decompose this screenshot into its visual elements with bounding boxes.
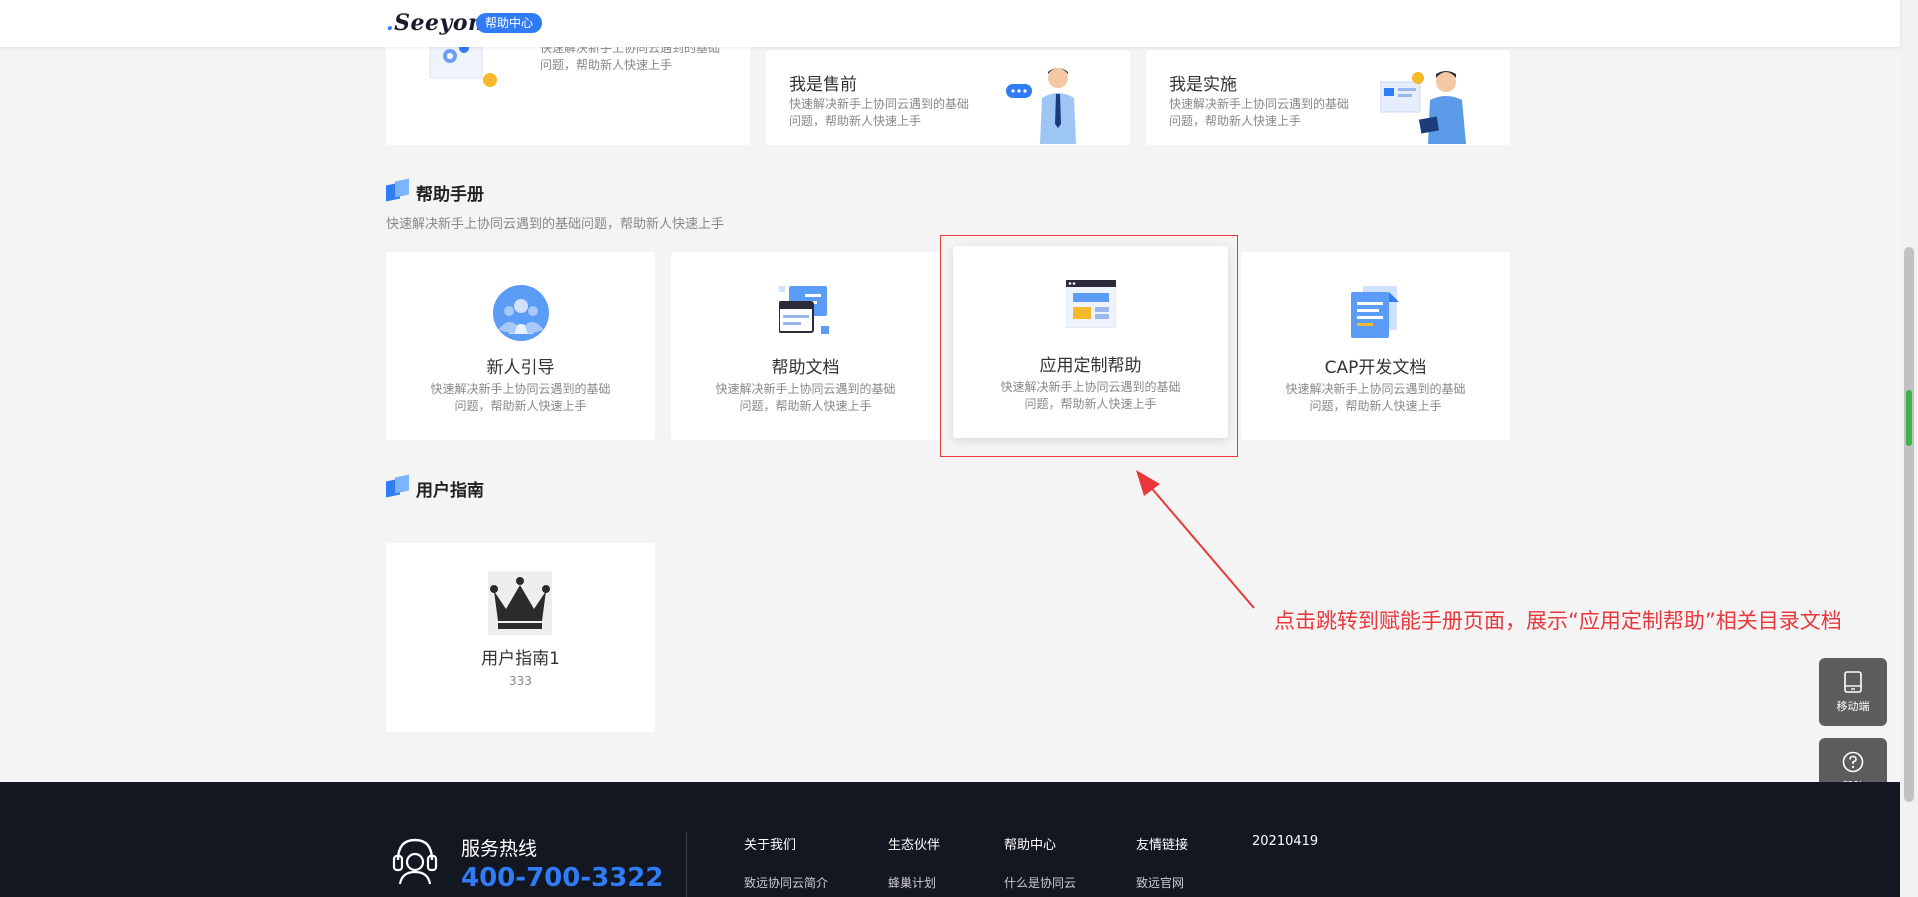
role-title: 我是售前 bbox=[789, 75, 857, 95]
manual-card-help-docs[interactable]: 帮助文档 快速解决新手上协同云遇到的基础问题，帮助新人快速上手 bbox=[671, 252, 940, 440]
top-header: .SeeyonTM 帮助中心 bbox=[0, 0, 1900, 47]
manual-section-subtitle: 快速解决新手上协同云遇到的基础问题，帮助新人快速上手 bbox=[386, 217, 725, 232]
scrollbar-thumb[interactable] bbox=[1904, 247, 1914, 802]
guide-card-1[interactable]: 用户指南1 333 bbox=[386, 543, 655, 732]
manual-section-icon bbox=[386, 178, 410, 202]
footer-link-what-is[interactable]: 什么是协同云 bbox=[1004, 874, 1076, 891]
role-desc: 快速解决新手上协同云遇到的基础问题，帮助新人快速上手 bbox=[789, 97, 970, 128]
annotation-arrow-icon bbox=[1136, 470, 1255, 609]
implementation-person-illustration-icon bbox=[1380, 71, 1466, 144]
card-title: 帮助文档 bbox=[771, 358, 840, 378]
role-card-presales[interactable]: 我是售前 快速解决新手上协同云遇到的基础问题，帮助新人快速上手 bbox=[766, 50, 1130, 145]
scrollbar-marker bbox=[1906, 390, 1912, 446]
hotline-number[interactable]: 400-700-3322 bbox=[461, 863, 664, 893]
role-desc: 快速解决新手上协同云遇到的基础问题，帮助新人快速上手 bbox=[1169, 97, 1350, 128]
guide-section-title: 用户指南 bbox=[416, 481, 484, 501]
card-title: CAP开发文档 bbox=[1324, 358, 1427, 378]
footer-heading-links[interactable]: 友情链接 bbox=[1136, 834, 1188, 853]
footer-divider bbox=[686, 832, 687, 897]
manual-card-newcomer-guide[interactable]: 新人引导 快速解决新手上协同云遇到的基础问题，帮助新人快速上手 bbox=[386, 252, 655, 440]
help-center-badge[interactable]: 帮助中心 bbox=[476, 13, 543, 33]
card-title: 用户指南1 bbox=[481, 649, 560, 669]
mobile-float-button[interactable]: 移动端 bbox=[1819, 658, 1887, 726]
mobile-float-label: 移动端 bbox=[1836, 700, 1870, 713]
card-desc: 快速解决新手上协同云遇到的基础问题，帮助新人快速上手 bbox=[430, 382, 611, 413]
site-footer: 服务热线 400-700-3322 关于我们 致远协同云简介 生态伙伴 蜂巢计划… bbox=[0, 782, 1900, 897]
footer-heading-help[interactable]: 帮助中心 bbox=[1004, 834, 1056, 853]
guide-section-icon bbox=[386, 474, 410, 498]
footer-heading-partners[interactable]: 生态伙伴 bbox=[888, 834, 940, 853]
help-docs-icon bbox=[779, 286, 829, 334]
manual-card-cap-dev-docs[interactable]: CAP开发文档 快速解决新手上协同云遇到的基础问题，帮助新人快速上手 bbox=[1241, 252, 1510, 440]
card-desc: 快速解决新手上协同云遇到的基础问题，帮助新人快速上手 bbox=[715, 382, 896, 413]
annotation-highlight-box bbox=[940, 235, 1238, 457]
footer-version: 20210419 bbox=[1252, 834, 1319, 849]
presales-person-illustration-icon bbox=[1006, 68, 1076, 144]
role-card-implementation[interactable]: 我是实施 快速解决新手上协同云遇到的基础问题，帮助新人快速上手 bbox=[1146, 50, 1510, 145]
card-title: 新人引导 bbox=[486, 358, 555, 378]
role-title: 我是实施 bbox=[1169, 75, 1237, 95]
page-scrollbar[interactable] bbox=[1900, 0, 1918, 897]
card-desc: 快速解决新手上协同云遇到的基础问题，帮助新人快速上手 bbox=[1285, 382, 1466, 413]
footer-link-official[interactable]: 致远官网 bbox=[1136, 874, 1184, 891]
users-group-icon bbox=[493, 285, 549, 341]
role-card-1[interactable]: 快速解决新手上协同云遇到的基础问题，帮助新人快速上手 bbox=[386, 38, 750, 145]
footer-heading-about[interactable]: 关于我们 bbox=[744, 834, 796, 853]
manual-section-title: 帮助手册 bbox=[416, 185, 484, 205]
footer-link-intro[interactable]: 致远协同云简介 bbox=[744, 874, 828, 891]
card-desc: 333 bbox=[509, 674, 532, 688]
footer-link-hive[interactable]: 蜂巢计划 bbox=[888, 874, 936, 891]
annotation-text: 点击跳转到赋能手册页面，展示“应用定制帮助”相关目录文档 bbox=[1274, 609, 1842, 633]
question-circle-icon bbox=[1842, 751, 1864, 773]
headset-icon bbox=[392, 838, 438, 885]
mobile-device-icon bbox=[1844, 671, 1862, 693]
cap-docs-icon bbox=[1351, 286, 1399, 338]
hotline-label: 服务热线 bbox=[461, 838, 538, 860]
crown-icon bbox=[488, 571, 552, 635]
